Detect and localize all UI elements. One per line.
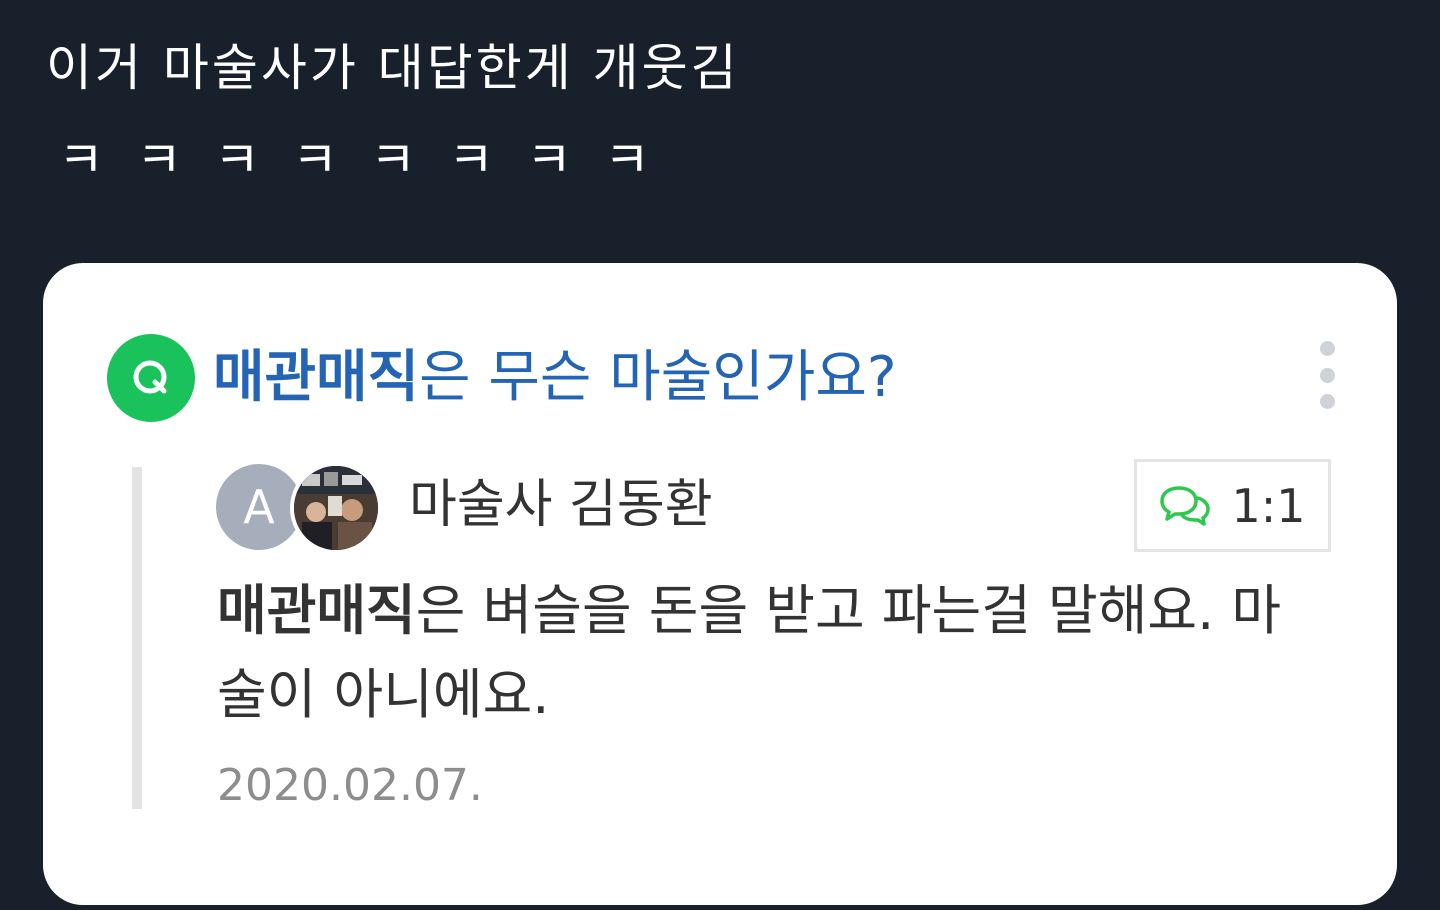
question-title[interactable]: 매관매직은 무슨 마술인가요? <box>213 341 897 415</box>
q-letter-icon <box>133 360 167 394</box>
answer-quote-bar <box>132 467 142 809</box>
chat-button-label: 1:1 <box>1231 478 1306 533</box>
more-dot <box>1319 367 1335 383</box>
answer-date: 2020.02.07. <box>217 760 483 811</box>
more-dot <box>1319 394 1335 409</box>
chat-button[interactable]: 1:1 <box>1134 459 1331 552</box>
question-badge-icon <box>107 334 195 422</box>
tweet-line-1: 이거 마술사가 대답한게 개웃김 <box>46 39 740 97</box>
author-name[interactable]: 마술사 김동환 <box>409 470 713 540</box>
more-options-icon[interactable] <box>1309 341 1345 409</box>
question-keyword: 매관매직 <box>213 345 420 410</box>
answer-body: 매관매직은 벼슬을 돈을 받고 파는걸 말해요. 마술이 아니에요. <box>217 569 1327 737</box>
tweet-text: 이거 마술사가 대답한게 개웃김 ㅋㅋㅋㅋㅋㅋㅋㅋ <box>46 22 740 206</box>
chat-bubbles-icon <box>1160 485 1211 526</box>
author-avatar[interactable] <box>290 462 382 554</box>
tweet-line-2: ㅋㅋㅋㅋㅋㅋㅋㅋ <box>58 131 682 189</box>
answer-keyword: 매관매직 <box>217 579 416 642</box>
more-dot <box>1319 341 1335 356</box>
question-text: 은 무슨 마술인가요? <box>419 345 897 410</box>
profile-photo-icon <box>294 466 378 550</box>
qa-card: 매관매직은 무슨 마술인가요? A 마술사 김동환 1:1 매관매직은 벼슬을 … <box>43 263 1397 905</box>
